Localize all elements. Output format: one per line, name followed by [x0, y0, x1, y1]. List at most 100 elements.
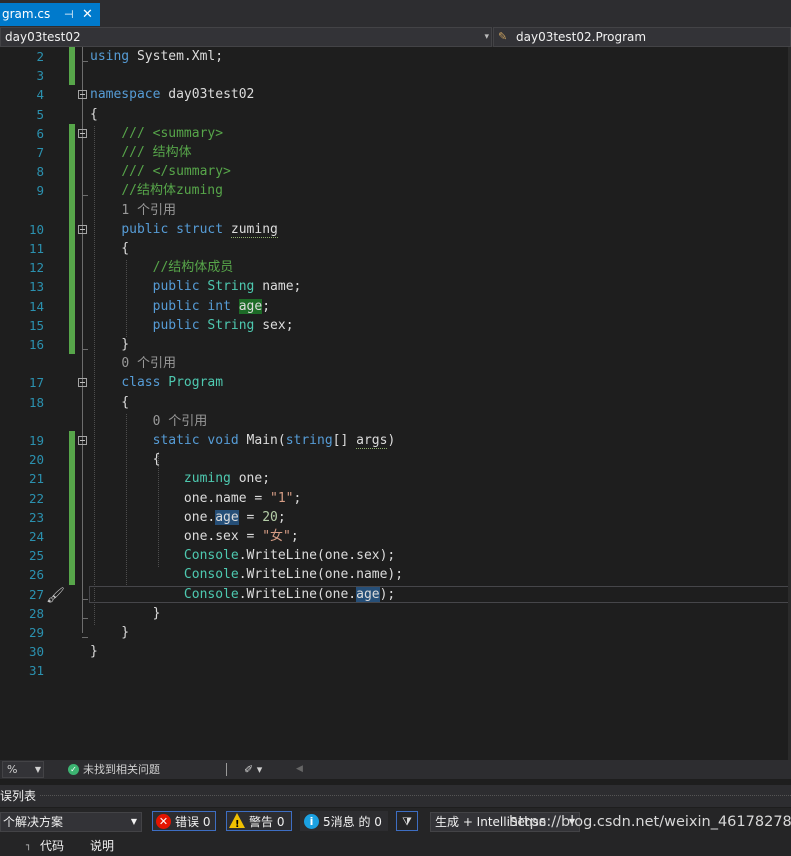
- error-list-title: 误列表: [0, 789, 37, 803]
- code-line[interactable]: }: [90, 604, 161, 623]
- code-token: int: [207, 298, 231, 314]
- code-token: args: [356, 433, 388, 449]
- tab-program-cs[interactable]: gram.cs ⊣ ✕: [0, 3, 100, 26]
- scroll-left-icon[interactable]: ◀: [296, 760, 303, 779]
- code-cleanup-icon[interactable]: ✐ ▾: [244, 760, 262, 779]
- line-number: 9: [36, 183, 44, 199]
- code-line[interactable]: public int age;: [90, 297, 270, 316]
- check-icon: ✓: [68, 764, 79, 775]
- code-line[interactable]: static void Main(string[] args): [90, 431, 395, 450]
- code-token: {: [90, 452, 161, 468]
- code-line[interactable]: zuming one;: [90, 469, 270, 488]
- code-token: one.: [90, 509, 216, 525]
- code-token: sex;: [254, 317, 294, 333]
- code-line[interactable]: {: [90, 393, 129, 412]
- code-token: age: [215, 509, 239, 525]
- code-token: }: [90, 605, 161, 621]
- code-line[interactable]: }: [90, 642, 98, 661]
- code-line[interactable]: Console.WriteLine(one.sex);: [90, 546, 395, 565]
- warnings-filter-button[interactable]: ! 警告 0: [226, 811, 292, 831]
- code-token: /// </summary>: [121, 164, 231, 180]
- code-line[interactable]: /// 结构体: [90, 143, 191, 162]
- collapse-icon[interactable]: [78, 436, 87, 445]
- pin-icon[interactable]: ⊣: [64, 3, 74, 26]
- line-number: 14: [28, 298, 44, 314]
- code-line[interactable]: public String sex;: [90, 316, 294, 335]
- warnings-label: 警告 0: [249, 815, 285, 829]
- code-token: name;: [254, 279, 302, 295]
- code-token: zuming: [183, 471, 231, 487]
- code-token: }: [90, 644, 98, 660]
- project-dropdown[interactable]: day03test02 ▾: [0, 27, 492, 47]
- code-line[interactable]: 0 个引用: [90, 354, 176, 373]
- code-line[interactable]: 1 个引用: [90, 201, 176, 220]
- code-token: public: [152, 298, 200, 314]
- line-number: 10: [28, 221, 44, 237]
- code-line[interactable]: Console.WriteLine(one.name);: [90, 565, 403, 584]
- code-token: zuming: [230, 221, 278, 238]
- column-description[interactable]: 说明: [90, 836, 114, 856]
- change-marker: [69, 123, 75, 355]
- column-code[interactable]: 代码: [40, 836, 64, 856]
- collapse-icon[interactable]: [78, 378, 87, 388]
- messages-label: 5消息 的 0: [323, 815, 382, 829]
- scope-dropdown[interactable]: 个解决方案 ▼: [0, 812, 142, 832]
- code-line[interactable]: public String name;: [90, 277, 302, 296]
- code-line[interactable]: /// <summary>: [90, 124, 223, 143]
- line-number: 29: [28, 625, 44, 640]
- code-line[interactable]: one.age = 20;: [90, 508, 286, 527]
- code-line[interactable]: }: [90, 623, 129, 642]
- code-line[interactable]: //结构体zuming: [90, 181, 223, 200]
- line-number: 13: [28, 279, 44, 295]
- class-icon: ✎: [498, 30, 508, 43]
- code-token: ;: [262, 298, 271, 314]
- code-line[interactable]: one.name = "1";: [90, 489, 301, 508]
- code-line[interactable]: class Program: [90, 373, 223, 392]
- tab-bar: gram.cs ⊣ ✕: [0, 0, 791, 26]
- quick-action-brush-icon[interactable]: 🖌: [46, 586, 65, 604]
- errors-filter-button[interactable]: ✕ 错误 0: [152, 811, 216, 831]
- chevron-down-icon: ▼: [34, 765, 41, 774]
- zoom-dropdown[interactable]: % ▼: [2, 761, 44, 778]
- code-line[interactable]: /// </summary>: [90, 162, 231, 181]
- code-line[interactable]: {: [90, 239, 129, 258]
- type-dropdown[interactable]: ✎ day03test02.Program: [493, 27, 791, 47]
- code-line[interactable]: namespace day03test02: [90, 85, 254, 104]
- error-icon: ✕: [156, 814, 171, 829]
- code-token: String: [207, 279, 255, 295]
- close-icon[interactable]: ✕: [82, 3, 93, 26]
- collapse-icon[interactable]: [78, 128, 87, 138]
- code-line[interactable]: //结构体成员: [90, 258, 234, 277]
- code-token: Console: [183, 567, 239, 583]
- issues-status[interactable]: 未找到相关问题: [83, 760, 160, 779]
- collapse-icon[interactable]: [78, 90, 87, 100]
- code-line[interactable]: using System.Xml;: [90, 47, 223, 66]
- code-token: =: [238, 509, 263, 525]
- code-token: ;: [277, 509, 286, 525]
- code-line[interactable]: public struct zuming: [90, 220, 278, 239]
- code-token: public: [121, 221, 169, 237]
- code-line[interactable]: Console.WriteLine(one.age);: [90, 585, 395, 604]
- code-editor[interactable]: 2 using System.Xml; 3 4 namespace day03test0…: [0, 47, 791, 760]
- code-line[interactable]: {: [90, 105, 98, 124]
- collapse-icon[interactable]: [78, 224, 87, 234]
- line-number: 30: [28, 644, 44, 660]
- code-line[interactable]: 0 个引用: [90, 412, 208, 431]
- code-line[interactable]: one.sex = "女";: [90, 527, 299, 546]
- code-line[interactable]: }: [90, 335, 129, 354]
- line-number: 21: [28, 471, 44, 487]
- code-token: struct: [176, 221, 224, 237]
- messages-filter-button[interactable]: i 5消息 的 0: [300, 811, 388, 831]
- code-line[interactable]: {: [90, 450, 161, 469]
- filter-icon[interactable]: ⧩: [396, 811, 418, 831]
- code-token: "1": [270, 490, 294, 506]
- line-number: 8: [36, 164, 44, 180]
